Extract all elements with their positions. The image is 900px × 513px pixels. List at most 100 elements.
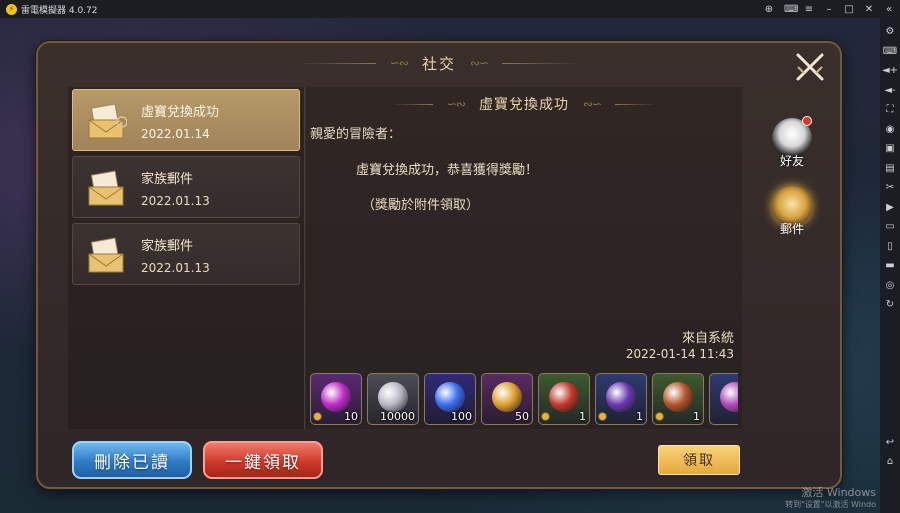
mail-date: 2022.01.13: [141, 194, 210, 208]
attachment-item[interactable]: [709, 373, 738, 425]
attachment-quantity: 50: [515, 410, 529, 423]
close-panel-button[interactable]: [794, 51, 826, 83]
reward-item-icon: [663, 382, 693, 412]
claim-all-button[interactable]: 一鍵領取: [203, 441, 323, 479]
social-panel: ∽∾ 社交 ∾∽ 虛寶兌換成功 2022.01.14 家族郵件 2022.01.…: [36, 41, 842, 489]
mail-date: 2022.01.13: [141, 261, 210, 275]
title-divider-right: [502, 62, 583, 64]
attachment-item[interactable]: 1: [538, 373, 590, 425]
sync-icon[interactable]: ▭: [880, 217, 900, 237]
screenshot-icon[interactable]: ⛶: [880, 100, 900, 120]
attachment-quantity: 10: [344, 410, 358, 423]
collapse-icon[interactable]: «: [884, 4, 894, 15]
attachment-item[interactable]: 10: [310, 373, 362, 425]
folder-icon[interactable]: ▬: [880, 256, 900, 276]
mail-subject: 家族郵件: [141, 172, 194, 187]
envelope-icon: [88, 103, 127, 139]
content-ornament-left: ∽∾: [446, 97, 466, 111]
content-divider-right: [615, 103, 656, 105]
attachment-quantity: 1: [693, 410, 700, 423]
reward-item-icon: [435, 382, 465, 412]
panel-title-bar: ∽∾ 社交 ∾∽: [38, 51, 840, 75]
volume-down-icon[interactable]: ◄-: [880, 81, 900, 101]
back-icon[interactable]: ↩: [880, 433, 900, 453]
attachment-quantity: 10000: [380, 410, 415, 423]
bound-lock-icon: [655, 412, 664, 421]
claim-button[interactable]: 領取: [658, 445, 740, 475]
content-ornament-right: ∾∽: [583, 97, 602, 111]
shake-icon[interactable]: ↻: [880, 295, 900, 315]
mail-date: 2022.01.14: [141, 127, 210, 141]
scissors-icon[interactable]: ✂: [880, 178, 900, 198]
attachment-item[interactable]: 10000: [367, 373, 419, 425]
delete-read-button[interactable]: 刪除已讀: [72, 441, 192, 479]
keyboard-icon[interactable]: ⌨: [784, 4, 798, 15]
attachment-quantity: 1: [579, 410, 586, 423]
title-ornament-right: ∾∽: [470, 56, 489, 70]
attachment-item[interactable]: 1: [595, 373, 647, 425]
attachment-item[interactable]: 1: [652, 373, 704, 425]
attachment-quantity: 100: [451, 410, 472, 423]
tab-friends[interactable]: 好友: [770, 116, 814, 169]
install-apk-icon[interactable]: ▣: [880, 139, 900, 159]
envelope-icon: [88, 237, 124, 273]
tab-mail[interactable]: 郵件: [770, 186, 814, 237]
watermark-line1: 激活 Windows: [801, 486, 876, 499]
mail-item[interactable]: 家族郵件 2022.01.13: [72, 156, 300, 218]
mail-greeting: 親愛的冒險者：: [310, 127, 402, 142]
window-controls: ⊕ ⌨ ≡ – □ ✕ «: [764, 0, 894, 18]
emulator-title: 雷電模擬器 4.0.72: [21, 5, 98, 16]
video-icon[interactable]: ▶: [880, 198, 900, 218]
bound-lock-icon: [313, 412, 322, 421]
mail-subject: 虛寶兌換成功: [141, 105, 220, 120]
performance-icon[interactable]: ▤: [880, 159, 900, 179]
mail-sender: 來自系統: [681, 331, 734, 346]
gamepad-icon[interactable]: ⊕: [764, 4, 774, 15]
mail-body-note: （獎勵於附件領取）: [362, 198, 480, 213]
attachment-item[interactable]: 100: [424, 373, 476, 425]
mail-item[interactable]: 虛寶兌換成功 2022.01.14: [72, 89, 300, 151]
volume-up-icon[interactable]: ◄+: [880, 61, 900, 81]
attachment-quantity: 1: [636, 410, 643, 423]
home-icon[interactable]: ⌂: [880, 452, 900, 472]
reward-item-icon: [720, 382, 738, 412]
minimize-icon[interactable]: –: [824, 4, 834, 15]
keymap-icon[interactable]: ⌨: [880, 42, 900, 62]
attachment-list: 10 10000 100 50 1 1 1: [310, 373, 738, 429]
reward-item-icon: [378, 382, 408, 412]
title-divider-left: [295, 62, 376, 64]
title-ornament-left: ∽∾: [389, 56, 409, 70]
windows-activation-watermark: 激活 Windows 转到"设置"以激活 Windo: [785, 487, 876, 511]
bound-lock-icon: [598, 412, 607, 421]
close-icon[interactable]: ✕: [864, 4, 874, 15]
mail-content: ∽∾ 虛寶兌換成功 ∾∽ 親愛的冒險者： 虛寶兌換成功，恭喜獲得獎勵！ （獎勵於…: [306, 87, 742, 429]
rotate-icon[interactable]: ▯: [880, 237, 900, 257]
tab-friends-label: 好友: [779, 154, 804, 168]
emulator-titlebar: ⚡ 雷電模擬器 4.0.72 ⊕ ⌨ ≡ – □ ✕ «: [0, 0, 900, 18]
watermark-line2: 转到"设置"以激活 Windo: [785, 500, 876, 509]
mail-subject: 家族郵件: [141, 239, 194, 254]
content-title-bar: ∽∾ 虛寶兌換成功 ∾∽: [306, 93, 742, 115]
mail-title: 虛寶兌換成功: [479, 97, 569, 113]
attachment-item[interactable]: 50: [481, 373, 533, 425]
settings-icon[interactable]: ⚙: [880, 22, 900, 42]
crossed-swords-close-icon: [796, 53, 824, 81]
menu-icon[interactable]: ≡: [804, 4, 814, 15]
reward-item-icon: [606, 382, 636, 412]
maximize-icon[interactable]: □: [844, 4, 854, 15]
emulator-logo-icon: ⚡: [6, 3, 17, 15]
panel-title: 社交: [421, 54, 456, 73]
mail-item[interactable]: 家族郵件 2022.01.13: [72, 223, 300, 285]
tab-mail-label: 郵件: [779, 222, 804, 236]
list-content-divider: [304, 87, 305, 429]
content-divider-left: [392, 103, 433, 105]
mail-timestamp: 2022-01-14 11:43: [625, 347, 734, 361]
record-icon[interactable]: ◉: [880, 120, 900, 140]
mail-list: 虛寶兌換成功 2022.01.14 家族郵件 2022.01.13 家族郵件 2…: [68, 87, 304, 429]
reward-item-icon: [321, 382, 351, 412]
notification-dot: [802, 116, 812, 126]
envelope-icon: [88, 170, 124, 206]
location-icon[interactable]: ◎: [880, 276, 900, 296]
reward-item-icon: [492, 382, 522, 412]
emulator-sidebar: ⚙ ⌨ ◄+ ◄- ⛶ ◉ ▣ ▤ ✂ ▶ ▭ ▯ ▬ ◎ ↻ ↩ ⌂: [880, 18, 900, 513]
